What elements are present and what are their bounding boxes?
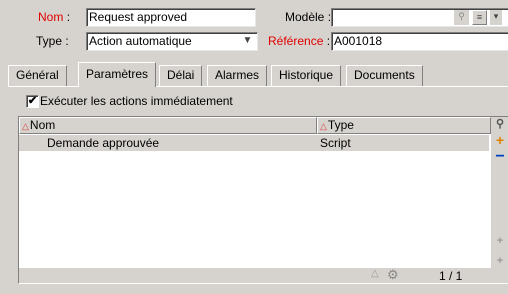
nom-colon: : (66, 10, 71, 24)
list-icon[interactable]: ≡ (472, 10, 487, 25)
actions-list: △Nom △Type Demande approuvée Script ⚲ + … (18, 116, 508, 284)
search-icon[interactable]: ⚲ (454, 10, 469, 25)
table-row[interactable]: Demande approuvée Script (19, 135, 489, 151)
row-type-cell: Script (320, 136, 351, 150)
tab-documents[interactable]: Documents (346, 65, 423, 86)
gear-icon[interactable]: ⚙ (387, 267, 399, 283)
check-icon: ✔ (27, 95, 38, 107)
chevron-down-icon[interactable]: ▾ (490, 10, 502, 25)
tab-parametres-label: Paramètres (86, 67, 149, 81)
sort-triangle-icon: △ (320, 121, 327, 131)
execute-immediately-checkbox[interactable]: ✔ (26, 95, 39, 108)
plus-icon[interactable]: + (493, 235, 507, 249)
reference-label: Référence : (268, 34, 330, 48)
pager-label: 1 / 1 (439, 269, 463, 283)
type-label: Type : (36, 34, 69, 48)
reference-field[interactable]: A001018 (331, 32, 508, 51)
tab-documents-label: Documents (354, 68, 415, 82)
type-select[interactable]: Action automatique ▼ (86, 32, 258, 51)
reference-value: A001018 (334, 34, 383, 48)
nom-label: Nom : (38, 10, 70, 24)
modele-field[interactable]: ⚲ ≡ ▾ (331, 8, 508, 27)
tab-historique[interactable]: Historique (271, 65, 342, 86)
sort-triangle-icon: △ (22, 121, 29, 131)
nom-label-text: Nom (38, 10, 64, 24)
modele-label-text: Modèle (285, 10, 325, 24)
tab-alarmes[interactable]: Alarmes (207, 65, 268, 86)
window: { "form": { "nom_label": "Nom", "nom_val… (0, 0, 508, 294)
column-header-nom-label: Nom (29, 118, 56, 132)
reference-colon: : (326, 34, 331, 48)
modele-label: Modèle : (285, 10, 331, 24)
list-footer: △ ⚙ 1 / 1 (19, 267, 491, 283)
sort-triangle-icon[interactable]: △ (371, 268, 379, 279)
column-header-nom[interactable]: △Nom (19, 117, 317, 134)
type-colon: : (65, 34, 69, 48)
chevron-down-icon[interactable]: ▼ (240, 34, 255, 49)
tab-historique-label: Historique (279, 68, 334, 82)
tab-parametres[interactable]: Paramètres (78, 62, 157, 87)
tab-bar: Général Paramètres Délai Alarmes Histori… (8, 62, 508, 87)
type-value: Action automatique (89, 34, 192, 48)
plus-icon[interactable]: + (493, 255, 507, 269)
column-header-type-label: Type (327, 118, 354, 132)
nom-value: Request approved (89, 10, 188, 24)
tab-general-label: Général (16, 68, 59, 82)
reference-label-text: Référence (268, 34, 324, 48)
tab-alarmes-label: Alarmes (215, 68, 260, 82)
plus-icon[interactable]: + (493, 133, 507, 148)
minus-icon[interactable]: − (493, 149, 507, 165)
tab-delai[interactable]: Délai (159, 65, 203, 86)
tab-delai-label: Délai (167, 68, 195, 82)
tab-general[interactable]: Général (8, 65, 67, 86)
search-icon[interactable]: ⚲ (493, 118, 507, 132)
nom-field[interactable]: Request approved (86, 8, 256, 27)
execute-immediately-text: Exécuter les actions immédiatement (40, 94, 233, 108)
execute-immediately-label: Exécuter les actions immédiatement (40, 94, 233, 108)
row-nom-cell: Demande approuvée (47, 136, 160, 150)
column-header-type[interactable]: △Type (317, 117, 491, 134)
list-toolbar: ⚲ + − + + (491, 117, 508, 283)
type-label-text: Type (36, 34, 63, 48)
